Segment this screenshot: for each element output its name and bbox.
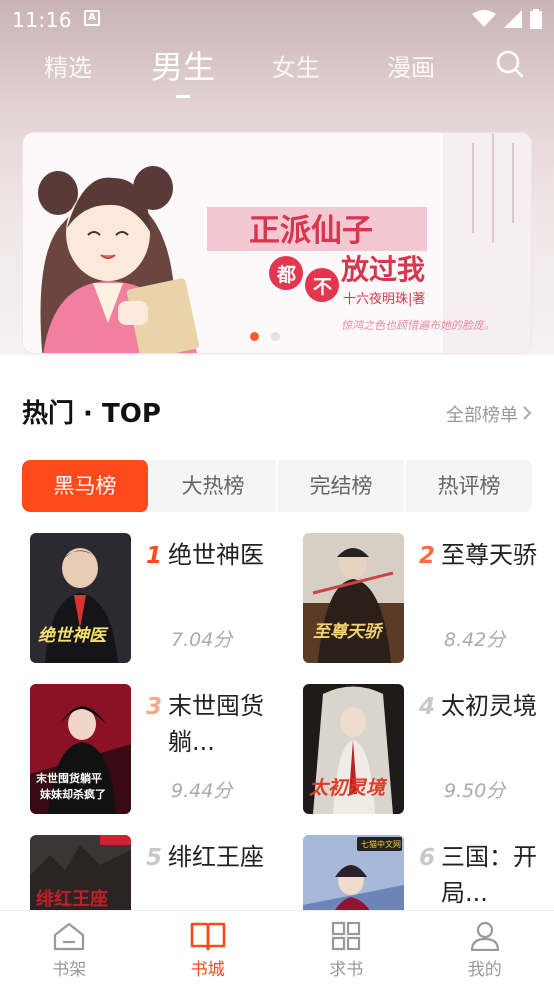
- promo-banner[interactable]: 正派仙子 都 不 放过我 十六夜明珠|著 惊鸿之色也顾惜遍布她的脸庞。: [22, 132, 532, 354]
- banner-title-tail: 放过我: [340, 253, 425, 286]
- section-header: 热门 · TOP 全部榜单: [22, 393, 532, 433]
- rank-number: 6: [419, 845, 436, 871]
- search-button[interactable]: [496, 50, 524, 82]
- tab-active-indicator: [176, 95, 190, 98]
- book-score: 9.50分: [444, 780, 506, 802]
- rank-number: 1: [146, 543, 163, 569]
- book-title: 三国：开局...: [441, 843, 537, 907]
- cover-title: 至尊天骄: [313, 622, 384, 642]
- rank-number: 5: [146, 845, 163, 871]
- search-icon: [496, 50, 524, 78]
- book-cover: 太初灵境: [303, 684, 404, 814]
- system-icons: [472, 9, 542, 29]
- tab-nansheng-label: 男生: [151, 48, 216, 86]
- nav-request[interactable]: 求书: [277, 911, 416, 985]
- person-icon: [470, 921, 499, 951]
- nav-bookshelf[interactable]: 书架: [0, 911, 139, 985]
- notification-icon: A: [84, 10, 100, 26]
- all-rankings-label: 全部榜单: [446, 405, 518, 426]
- banner-dot-active[interactable]: [250, 332, 259, 341]
- banner-title: 正派仙子: [249, 213, 373, 249]
- banner-tag-2: 不: [313, 276, 332, 298]
- book-score: 8.42分: [444, 629, 506, 651]
- book-item[interactable]: 绝世神医 1 绝世神医 7.04分: [30, 533, 280, 663]
- nav-bookstore[interactable]: 书城: [139, 911, 278, 985]
- book-item[interactable]: 末世囤货躺平 妹妹却杀疯了 3 末世囤货躺... 9.44分: [30, 684, 280, 814]
- bottom-nav: 书架 书城 求书 我的: [0, 910, 554, 985]
- book-score: 7.04分: [171, 629, 233, 651]
- rank-tab-dare[interactable]: 大热榜: [150, 460, 278, 512]
- top-nav: 精选 男生 女生 漫画: [0, 40, 554, 100]
- nav-mine-label: 我的: [467, 960, 502, 980]
- tab-jingxuan[interactable]: 精选: [44, 48, 92, 83]
- cover-title: 绯红王座: [36, 888, 108, 910]
- nav-request-label: 求书: [329, 960, 364, 980]
- status-bar: 11:16 A: [0, 0, 554, 40]
- cover-title: 绝世神医: [38, 626, 109, 646]
- nav-bookstore-label: 书城: [190, 960, 225, 980]
- banner-tagline: 惊鸿之色也顾惜遍布她的脸庞。: [341, 319, 495, 332]
- book-title: 末世囤货躺...: [168, 692, 264, 756]
- rank-tab-heima[interactable]: 黑马榜: [22, 460, 150, 512]
- book-cover: 绝世神医: [30, 533, 131, 663]
- section-title: 热门 · TOP: [22, 399, 161, 429]
- tab-nvsheng[interactable]: 女生: [272, 48, 320, 83]
- book-score: 9.44分: [171, 780, 233, 802]
- cover-publisher: 七猫中文网: [361, 839, 401, 849]
- all-rankings-link[interactable]: 全部榜单: [446, 401, 532, 427]
- rank-tabs: 黑马榜 大热榜 完结榜 热评榜: [22, 460, 532, 512]
- book-title: 太初灵境: [441, 692, 537, 720]
- wifi-icon: [472, 10, 496, 27]
- book-open-icon: [190, 922, 226, 951]
- cover-title: 末世囤货躺平: [35, 771, 102, 785]
- bookshelf-icon: [54, 922, 85, 951]
- book-item[interactable]: 太初灵境 4 太初灵境 9.50分: [303, 684, 553, 814]
- rank-number: 3: [146, 694, 163, 720]
- banner-dot[interactable]: [271, 332, 280, 341]
- nav-bookshelf-label: 书架: [52, 960, 87, 980]
- cover-title: 太初灵境: [308, 777, 388, 799]
- book-title: 绯红王座: [168, 843, 264, 871]
- book-cover: 末世囤货躺平 妹妹却杀疯了: [30, 684, 131, 814]
- book-title: 至尊天骄: [441, 541, 537, 569]
- tab-manhua[interactable]: 漫画: [387, 48, 435, 83]
- chevron-right-icon: [522, 405, 532, 426]
- rank-number: 2: [419, 543, 436, 569]
- book-title: 绝世神医: [168, 541, 264, 569]
- grid-icon: [332, 921, 361, 951]
- signal-icon: [504, 10, 522, 28]
- nav-mine[interactable]: 我的: [416, 911, 554, 985]
- main-content: 热门 · TOP 全部榜单 黑马榜 大热榜 完结榜 热评榜 绝世神医 1 绝世神…: [0, 355, 554, 965]
- book-item[interactable]: 至尊天骄 2 至尊天骄 8.42分: [303, 533, 553, 663]
- cover-subtitle: 妹妹却杀疯了: [39, 787, 106, 801]
- tab-nansheng[interactable]: 男生: [151, 42, 216, 98]
- battery-icon: [530, 9, 542, 29]
- rank-tab-reping[interactable]: 热评榜: [406, 460, 532, 512]
- banner-tag-1: 都: [276, 264, 296, 286]
- banner-illustration: 正派仙子 都 不 放过我 十六夜明珠|著 惊鸿之色也顾惜遍布她的脸庞。: [23, 133, 531, 353]
- book-cover: 至尊天骄: [303, 533, 404, 663]
- banner-pagination: [250, 332, 280, 341]
- banner-author: 十六夜明珠|著: [343, 292, 425, 307]
- rank-number: 4: [419, 694, 436, 720]
- status-time: 11:16: [12, 8, 73, 32]
- rank-tab-wanjie[interactable]: 完结榜: [278, 460, 406, 512]
